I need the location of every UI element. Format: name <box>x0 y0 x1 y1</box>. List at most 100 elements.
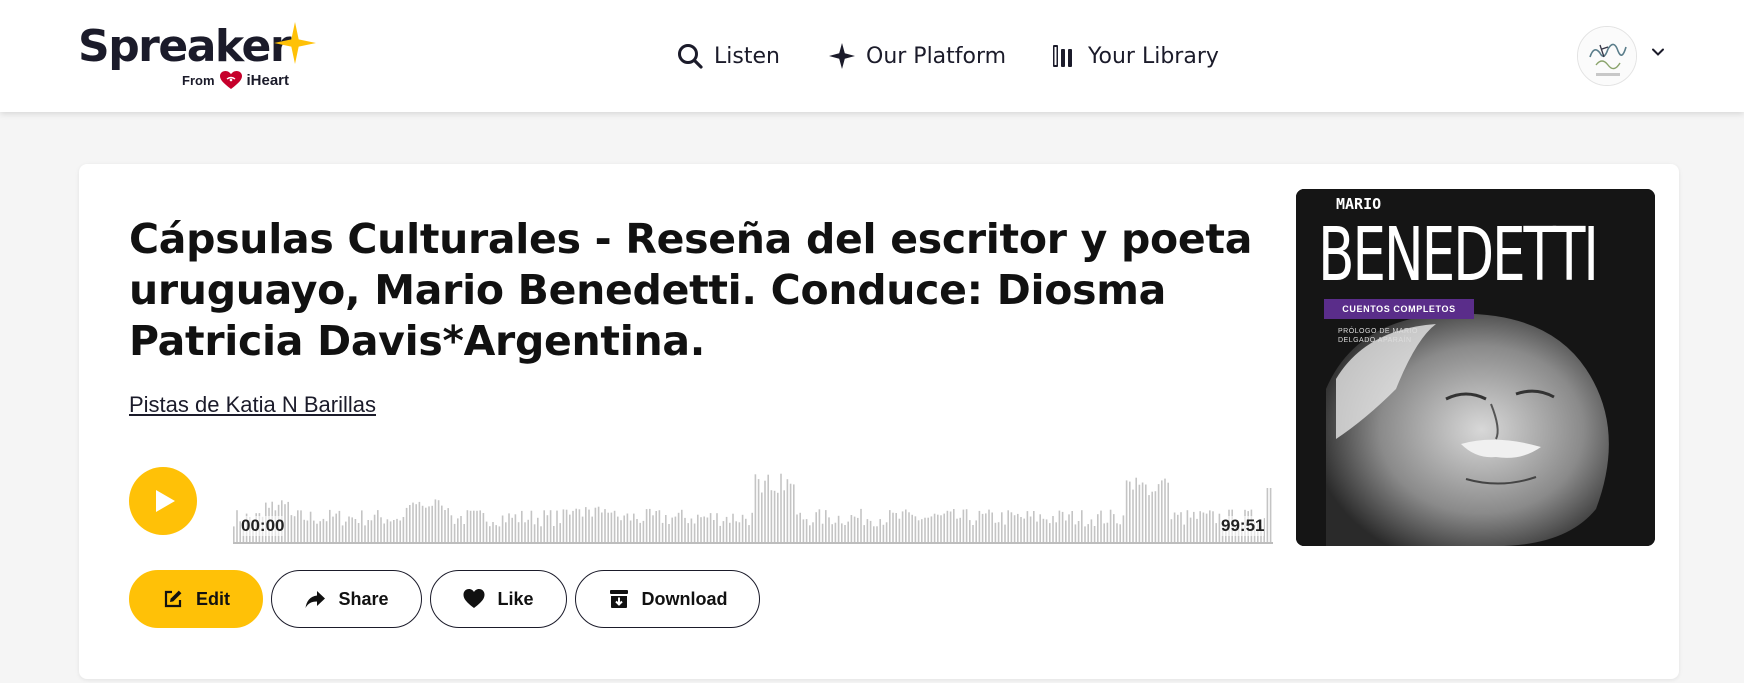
play-button[interactable] <box>129 467 197 535</box>
waveform-bar <box>1218 513 1221 544</box>
waveform-bar <box>357 523 360 544</box>
waveform-bar <box>812 522 814 544</box>
waveform-bar <box>764 480 766 544</box>
waveform-bar <box>805 519 808 544</box>
waveform-bar <box>569 514 571 544</box>
share-label: Share <box>338 588 389 609</box>
waveform-bar <box>1145 484 1147 544</box>
waveform-bar <box>959 517 961 544</box>
share-button[interactable]: Share <box>271 570 422 628</box>
waveform-bar <box>581 516 584 544</box>
nav-platform-label: Our Platform <box>866 43 1007 69</box>
waveform-bar <box>882 524 885 544</box>
waveform-bar <box>985 513 987 544</box>
waveform-bar <box>645 509 648 544</box>
waveform-bar <box>345 521 347 544</box>
waveform-bar <box>1180 512 1182 544</box>
waveform-bar <box>495 525 497 544</box>
waveform-bar <box>649 508 651 544</box>
waveform-bar <box>908 512 910 544</box>
waveform-bar <box>1001 512 1003 544</box>
waveform-bar <box>802 519 805 544</box>
waveform-bar <box>1157 484 1160 544</box>
waveform-bar <box>1141 482 1144 544</box>
nav-your-library[interactable]: Your Library <box>1050 38 1219 74</box>
waveform-bar <box>434 499 437 544</box>
spreaker-logo[interactable]: Spreaker From iHeart <box>78 20 318 92</box>
waveform-bar <box>389 521 392 544</box>
waveform-bar <box>543 510 545 544</box>
waveform-bar <box>348 516 350 544</box>
waveform-bar <box>751 512 753 544</box>
waveform-bar <box>1189 517 1192 544</box>
waveform-bar <box>639 522 641 544</box>
waveform-bar <box>1061 511 1064 544</box>
waveform-bar <box>313 520 315 544</box>
waveform-bar <box>1129 481 1131 544</box>
episode-card: Cápsulas Culturales - Reseña del escrito… <box>79 164 1679 679</box>
download-button[interactable]: Download <box>575 570 760 628</box>
waveform-bar <box>527 519 529 544</box>
waveform-bar <box>588 509 590 544</box>
waveform-bar <box>1167 482 1169 544</box>
waveform-bar <box>738 522 741 544</box>
waveform-bar <box>767 474 769 544</box>
waveform-bar <box>1196 518 1198 544</box>
waveform-bar <box>1042 518 1045 544</box>
like-button[interactable]: Like <box>430 570 567 628</box>
logo-from-text: From <box>182 72 215 88</box>
waveform-bar <box>1023 518 1025 544</box>
waveform-bar <box>889 510 891 544</box>
waveform-bar <box>1269 488 1272 544</box>
waveform-bar <box>617 516 619 544</box>
waveform-bar <box>684 517 686 544</box>
edit-button[interactable]: Edit <box>129 570 263 628</box>
waveform-bar <box>514 514 517 544</box>
waveform-bar <box>799 512 801 544</box>
waveform-bar <box>418 501 421 544</box>
waveform-bar <box>466 510 469 544</box>
waveform-bar <box>722 521 725 544</box>
waveform-bar <box>370 520 373 544</box>
edit-label: Edit <box>196 588 230 609</box>
waveform-bar <box>421 505 424 544</box>
waveform-bar <box>453 523 456 544</box>
waveform-bar <box>444 510 446 544</box>
waveform-bar <box>447 508 449 544</box>
waveform-bar <box>693 523 696 544</box>
waveform-bar <box>860 508 862 544</box>
waveform-scrubber[interactable] <box>233 464 1273 544</box>
waveform-bar <box>236 510 238 544</box>
waveform-bar <box>287 501 289 544</box>
waveform-bar <box>1212 511 1214 544</box>
waveform-bar <box>489 526 491 544</box>
episode-title: Cápsulas Culturales - Reseña del escrito… <box>129 215 1253 365</box>
waveform-bar <box>652 515 654 544</box>
logo-tagline: From iHeart <box>182 70 289 90</box>
waveform-bar <box>716 513 718 544</box>
waveform-bar <box>677 512 680 544</box>
waveform-bar <box>1193 511 1195 544</box>
waveform-bar <box>917 520 920 544</box>
waveform-bar <box>636 519 638 544</box>
waveform-bar <box>604 509 606 544</box>
waveform-bar <box>773 490 776 544</box>
waveform-bar <box>1161 480 1163 544</box>
user-avatar[interactable] <box>1577 26 1637 86</box>
waveform-bar <box>1103 523 1105 544</box>
waveform-bar <box>556 510 558 544</box>
waveform-bar <box>735 521 737 544</box>
waveform-bar <box>853 516 856 544</box>
waveform-bar <box>377 510 379 544</box>
show-author-link[interactable]: Pistas de Katia N Barillas <box>129 392 376 418</box>
waveform-bar <box>1132 489 1134 544</box>
waveform-bar <box>610 512 613 544</box>
nav-listen[interactable]: Listen <box>676 38 780 74</box>
waveform-bar <box>591 516 593 544</box>
waveform-bar <box>293 516 296 544</box>
nav-our-platform[interactable]: Our Platform <box>828 38 1006 74</box>
waveform-bar <box>1026 511 1029 544</box>
waveform-bar <box>524 522 526 544</box>
waveform-bar <box>783 490 785 544</box>
chevron-down-icon[interactable] <box>1650 44 1666 60</box>
